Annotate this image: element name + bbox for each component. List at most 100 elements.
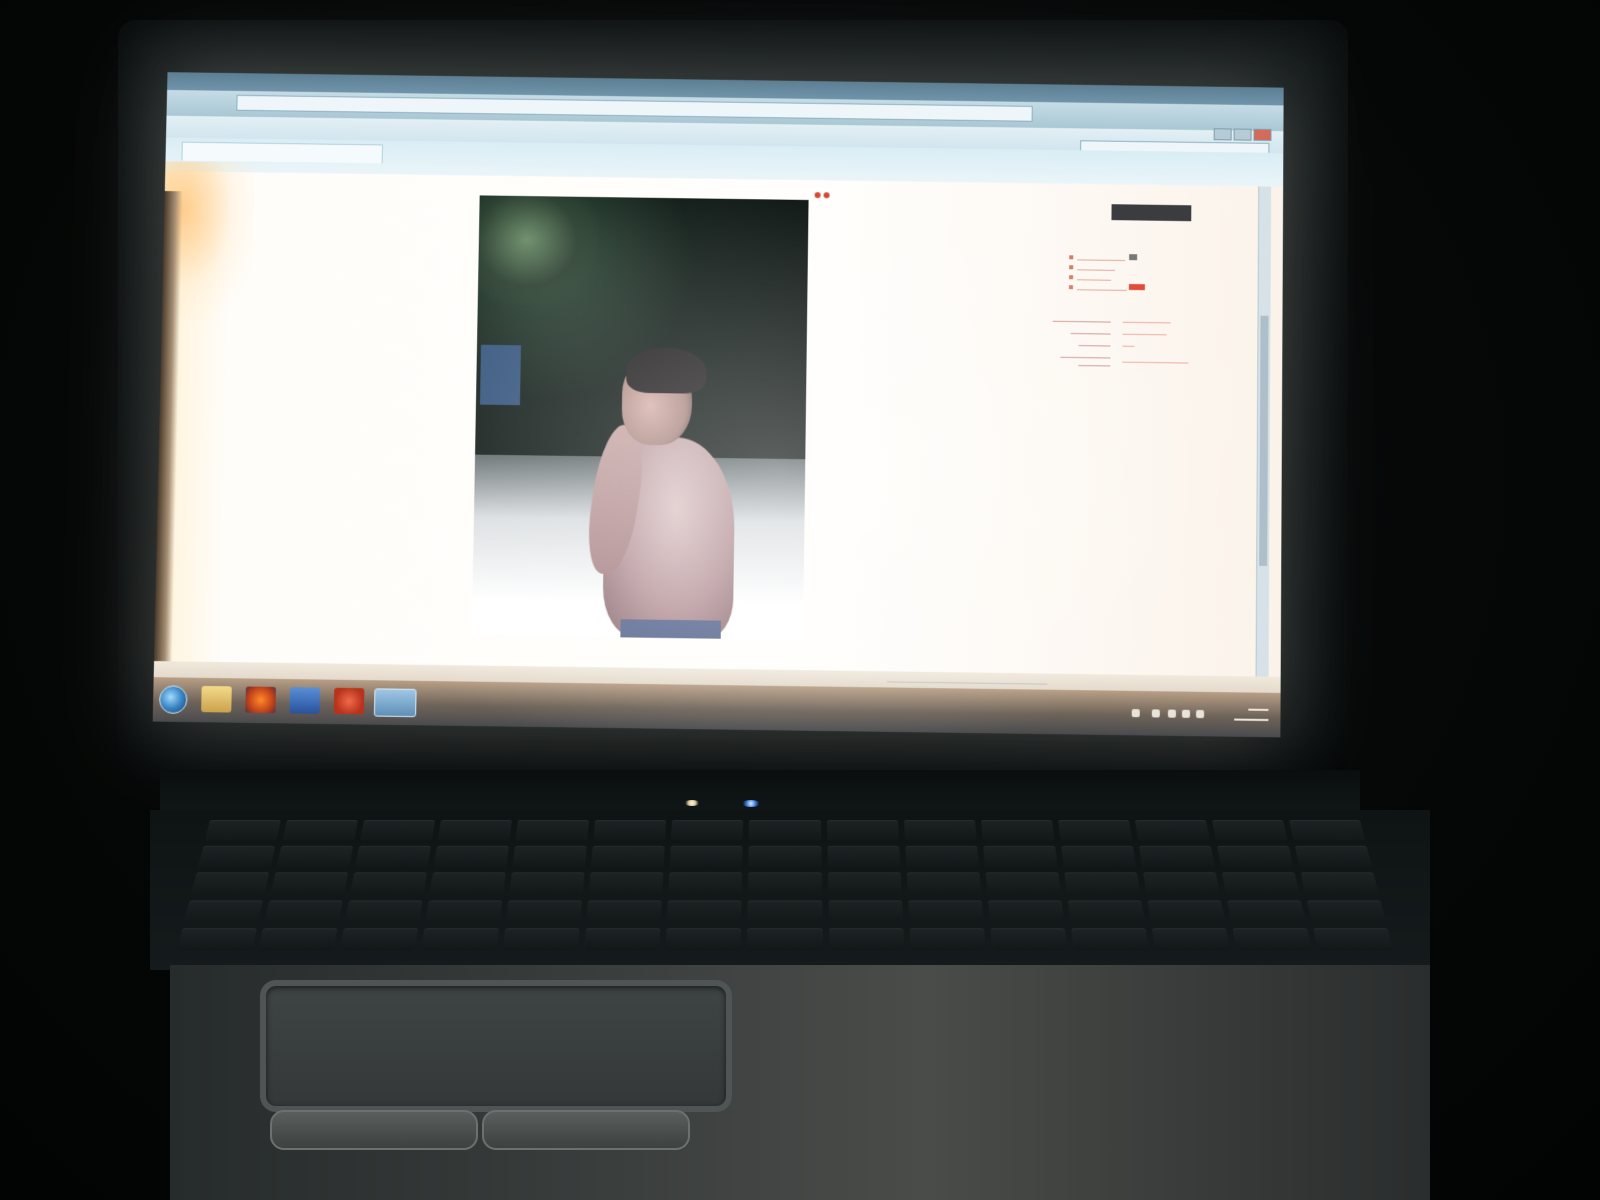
key[interactable] [271,873,349,895]
key[interactable] [438,820,512,841]
key[interactable] [909,928,985,951]
sidebar-link[interactable] [1077,251,1125,261]
key[interactable] [1152,928,1231,951]
left-click-button[interactable] [270,1110,478,1150]
volume-icon[interactable] [1196,710,1204,718]
sidebar-link[interactable] [1077,261,1115,270]
key[interactable] [747,928,822,951]
key[interactable] [587,900,662,922]
key[interactable] [584,928,660,951]
key[interactable] [1295,846,1372,867]
key[interactable] [670,846,743,867]
clock[interactable] [1228,704,1268,727]
key[interactable] [355,846,431,867]
key[interactable] [829,928,905,951]
key[interactable] [828,900,903,922]
key[interactable] [426,900,503,922]
key[interactable] [283,820,359,841]
opera-icon[interactable] [334,688,365,715]
maximize-button[interactable] [1234,129,1252,141]
key[interactable] [988,900,1064,922]
touchpad[interactable] [260,980,732,1112]
key[interactable] [1139,846,1215,867]
key[interactable] [904,820,977,841]
key[interactable] [827,820,899,841]
minimize-button[interactable] [1214,128,1232,140]
key[interactable] [277,846,354,867]
key[interactable] [430,873,506,895]
app-icon[interactable] [290,687,321,714]
sidebar-link[interactable] [1077,281,1127,291]
next-photo-dot[interactable] [824,192,830,198]
key[interactable] [990,928,1067,951]
key[interactable] [749,820,821,841]
key[interactable] [1212,820,1288,841]
meta-value[interactable] [1123,328,1167,336]
key[interactable] [345,900,423,922]
key[interactable] [1058,820,1132,841]
key[interactable] [905,846,979,867]
key[interactable] [906,873,981,895]
key[interactable] [1232,928,1311,951]
key[interactable] [749,846,822,867]
key[interactable] [184,900,263,922]
key[interactable] [191,873,269,895]
vertical-scrollbar[interactable] [1256,186,1272,676]
key[interactable] [1067,900,1144,922]
active-tab[interactable] [181,142,383,164]
key[interactable] [908,900,983,922]
prev-photo-dot[interactable] [815,192,821,198]
firefox-icon[interactable] [245,687,276,714]
main-photo[interactable] [472,195,809,639]
key[interactable] [1217,846,1294,867]
language-icon[interactable] [1132,709,1140,717]
key[interactable] [205,820,281,841]
key[interactable] [1307,900,1386,922]
windows-start-icon[interactable] [159,685,188,714]
key[interactable] [1143,873,1220,895]
key[interactable] [177,928,257,951]
close-button[interactable] [1254,129,1272,141]
key[interactable] [1301,873,1379,895]
meta-value[interactable] [1122,356,1188,364]
key[interactable] [258,928,337,951]
key[interactable] [1227,900,1305,922]
key[interactable] [265,900,343,922]
key[interactable] [1147,900,1225,922]
key[interactable] [360,820,435,841]
key[interactable] [513,846,587,867]
key[interactable] [1289,820,1365,841]
key[interactable] [671,820,743,841]
key[interactable] [828,873,902,895]
key[interactable] [748,900,822,922]
key[interactable] [506,900,582,922]
key[interactable] [503,928,580,951]
key[interactable] [434,846,509,867]
right-click-button[interactable] [482,1110,690,1150]
battery-icon[interactable] [1182,710,1190,718]
key[interactable] [669,873,743,895]
key[interactable] [516,820,590,841]
key[interactable] [1313,928,1393,951]
key[interactable] [591,846,665,867]
key[interactable] [340,928,419,951]
key[interactable] [983,846,1057,867]
folder-icon[interactable] [201,686,232,713]
key[interactable] [1135,820,1210,841]
key[interactable] [1222,873,1300,895]
arrow-up-icon[interactable] [1152,709,1160,717]
key[interactable] [350,873,427,895]
key[interactable] [1064,873,1140,895]
key[interactable] [589,873,664,895]
key[interactable] [667,900,742,922]
key[interactable] [748,873,821,895]
key[interactable] [666,928,742,951]
scrollbar-thumb[interactable] [1259,316,1268,566]
key[interactable] [421,928,499,951]
key[interactable] [827,846,900,867]
key[interactable] [594,820,667,841]
key[interactable] [985,873,1060,895]
key[interactable] [1061,846,1136,867]
key[interactable] [509,873,584,895]
sidebar-link[interactable] [1077,271,1111,280]
